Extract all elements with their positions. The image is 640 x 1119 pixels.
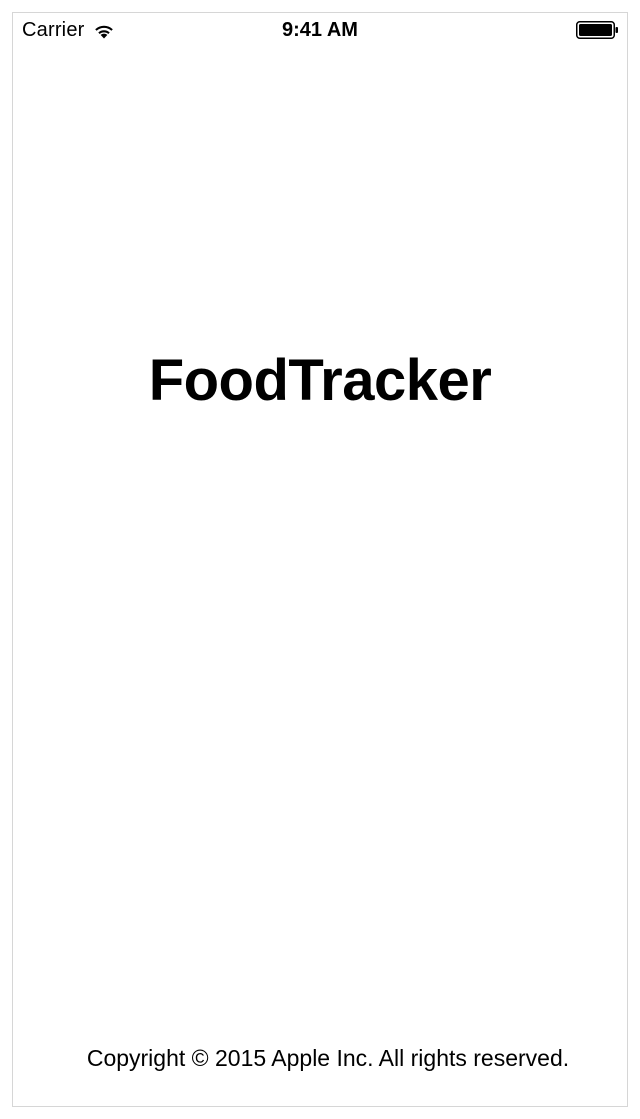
- status-time: 9:41 AM: [282, 19, 358, 41]
- app-title: FoodTracker: [148, 348, 492, 413]
- copyright-text: Copyright © 2015 Apple Inc. All rights r…: [86, 1045, 570, 1071]
- launch-screen: Carrier 9:41 AM FoodTracker Copyright © …: [12, 12, 628, 1107]
- battery-full-icon: [576, 21, 618, 39]
- status-bar: Carrier 9:41 AM: [13, 13, 627, 47]
